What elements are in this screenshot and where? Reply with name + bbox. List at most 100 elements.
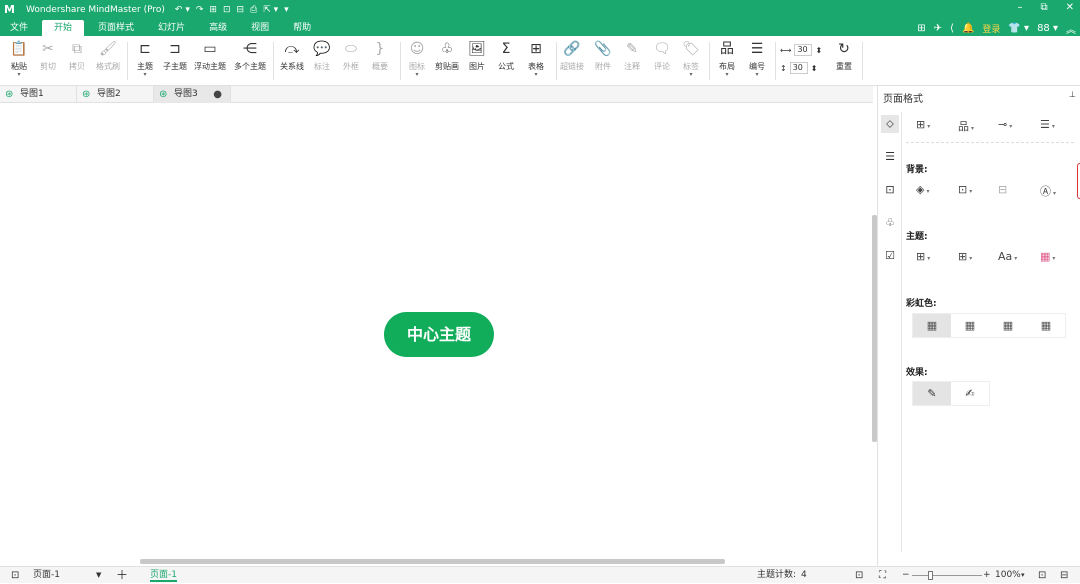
add-page-icon[interactable]: ＋ [116, 567, 128, 584]
clipart-button[interactable]: ♧ 剪贴画 [431, 40, 463, 72]
watermark-icon[interactable]: Ⓐ ▾ [1040, 183, 1056, 199]
note-button[interactable]: ✎ 注释 [616, 40, 648, 72]
stepper-icon[interactable]: ⬍ [815, 46, 822, 55]
customize-dropdown-icon[interactable]: ▾ [284, 5, 289, 15]
width-spinner[interactable]: ⟷ 30 ⬍ [780, 44, 822, 56]
numbering-button[interactable]: ☰ 编号 ▾ [741, 40, 773, 78]
zoom-level[interactable]: 100% [995, 567, 1021, 584]
menu-file[interactable]: 文件 [0, 20, 38, 36]
fit-window-icon[interactable]: ⊡ [1038, 567, 1046, 584]
floating-topic-button[interactable]: ▭ 浮动主题 [194, 40, 226, 72]
minimize-button[interactable]: – [1017, 2, 1022, 13]
relationship-button[interactable]: ⤼ 关系线 [276, 40, 308, 72]
page-select[interactable]: 页面-1 [33, 567, 60, 584]
theme-color-icon[interactable]: ⊞ ▾ [958, 250, 972, 263]
print-icon[interactable]: ⎙ [250, 5, 257, 15]
layout-style-icon[interactable]: ⊞ ▾ [916, 118, 930, 131]
menu-page-style[interactable]: 页面样式 [88, 20, 144, 36]
fullscreen-icon[interactable]: ⛶ [879, 567, 886, 584]
skin-icon[interactable]: 👕 ▾ [1008, 23, 1029, 34]
close-button[interactable]: ✕ [1066, 2, 1074, 13]
new-file-icon[interactable]: ⊞ [209, 5, 217, 15]
mark-icon[interactable]: ⊡ [881, 181, 899, 199]
pen-effect-icon[interactable]: ✎ [913, 382, 951, 405]
remove-background-icon[interactable]: ⊟ [998, 183, 1007, 196]
redo-icon[interactable]: ↷ [196, 5, 204, 15]
fullscreen-icon[interactable]: ⊞ [917, 23, 925, 34]
export-icon[interactable]: ⇱ ▾ [263, 5, 278, 15]
page-view-icon[interactable]: ⊡ [11, 567, 19, 584]
subtopic-button[interactable]: ⊐ 子主题 [159, 40, 191, 72]
apps-icon[interactable]: 88 ▾ [1037, 23, 1058, 34]
central-topic[interactable]: 中心主题 [384, 312, 494, 357]
zoom-in-icon[interactable]: + [983, 567, 991, 584]
tab-map-1[interactable]: ⊛ 导图1 [0, 86, 77, 103]
rainbow-option-icon[interactable]: ▦ [951, 314, 989, 337]
stepper-icon[interactable]: ⬍ [811, 64, 818, 73]
format-painter-button[interactable]: 🖌 格式刷 [92, 40, 124, 72]
bell-icon[interactable]: 🔔 [962, 23, 974, 34]
menu-home[interactable]: 开始 [42, 20, 85, 36]
collapse-ribbon-icon[interactable]: ︽ [1066, 21, 1076, 36]
connector-icon[interactable]: ⊸ ▾ [998, 118, 1012, 131]
callout-button[interactable]: 💬 标注 [306, 40, 338, 72]
hyperlink-button[interactable]: 🔗 超链接 [556, 40, 588, 72]
open-file-icon[interactable]: ⊡ [223, 5, 231, 15]
copy-button[interactable]: ⧉ 拷贝 [61, 40, 93, 72]
comment-button[interactable]: 🗨 评论 [646, 40, 678, 72]
pin-icon[interactable]: ⊥ [1069, 90, 1076, 99]
zoom-slider[interactable] [912, 575, 982, 576]
save-icon[interactable]: ⊟ [236, 5, 244, 15]
chevron-down-icon[interactable]: ▼ [96, 567, 101, 584]
menu-slides[interactable]: 幻灯片 [148, 20, 195, 36]
login-link[interactable]: 登录 [982, 22, 1000, 35]
background-image-icon[interactable]: ⊡ ▾ [958, 183, 972, 196]
horizontal-scrollbar[interactable] [140, 559, 725, 564]
formula-button[interactable]: Σ 公式 [490, 40, 522, 72]
layout-button[interactable]: 品 布局 ▾ [711, 40, 743, 78]
fit-page-icon[interactable]: ⊡ [855, 567, 863, 584]
height-spinner[interactable]: ↕ 30 ⬍ [780, 62, 817, 74]
tag-button[interactable]: 🏷 标签 ▾ [675, 40, 707, 78]
boundary-button[interactable]: ⬭ 外框 [335, 40, 367, 72]
chevron-down-icon[interactable]: ▾ [1021, 567, 1025, 584]
cut-button[interactable]: ✂ 剪切 [32, 40, 64, 72]
page-format-icon[interactable]: ⬦ [881, 115, 899, 133]
menu-view[interactable]: 视图 [241, 20, 279, 36]
font-icon[interactable]: Aa ▾ [998, 250, 1017, 263]
task-icon[interactable]: ☑ [881, 247, 899, 265]
picture-button[interactable]: 🖼 图片 [461, 40, 493, 72]
rainbow-option-icon[interactable]: ▦ [989, 314, 1027, 337]
structure-icon[interactable]: 品 ▾ [958, 118, 974, 134]
paste-button[interactable]: 📋 粘贴 ▾ [3, 40, 35, 78]
topic-button[interactable]: ⊏ 主题 ▾ [129, 40, 161, 78]
height-input[interactable]: 30 [789, 62, 808, 74]
zoom-out-icon[interactable]: − [902, 567, 910, 584]
page-tab[interactable]: 页面-1 [150, 567, 177, 582]
icon-button[interactable]: ☺ 图标 ▾ [401, 40, 433, 78]
menu-help[interactable]: 帮助 [283, 20, 321, 36]
reset-button[interactable]: ↻ 重置 [828, 40, 860, 72]
multiple-topics-button[interactable]: ⋲ 多个主题 [234, 40, 266, 72]
color-palette-icon[interactable]: ▦ ▾ [1040, 250, 1055, 263]
list-style-icon[interactable]: ☰ ▾ [1040, 118, 1055, 131]
clipart-panel-icon[interactable]: ♧ [881, 214, 899, 232]
fill-color-icon[interactable]: ◈ ▾ [916, 183, 929, 196]
tab-map-2[interactable]: ⊛ 导图2 [77, 86, 154, 103]
outline-icon[interactable]: ☰ [881, 148, 899, 166]
zoom-slider-handle[interactable] [928, 571, 933, 580]
unsaved-dot-icon[interactable]: ● [213, 86, 222, 103]
tab-map-3[interactable]: ⊛ 导图3 ● [154, 86, 231, 103]
width-input[interactable]: 30 [794, 44, 813, 56]
collapse-panel-icon[interactable]: ⊟ [1060, 567, 1068, 584]
attachment-button[interactable]: 📎 附件 [587, 40, 619, 72]
theme-icon[interactable]: ⊞ ▾ [916, 250, 930, 263]
summary-button[interactable]: } 概要 [364, 40, 396, 72]
undo-icon[interactable]: ↶ ▾ [175, 5, 190, 15]
menu-advanced[interactable]: 高级 [199, 20, 237, 36]
restore-button[interactable]: ⧉ [1040, 2, 1047, 13]
table-button[interactable]: ⊞ 表格 ▾ [520, 40, 552, 78]
send-icon[interactable]: ✈ [934, 23, 942, 34]
hand-drawn-effect-icon[interactable]: ✍ [951, 382, 989, 405]
share-icon[interactable]: ⟨ [950, 23, 954, 34]
